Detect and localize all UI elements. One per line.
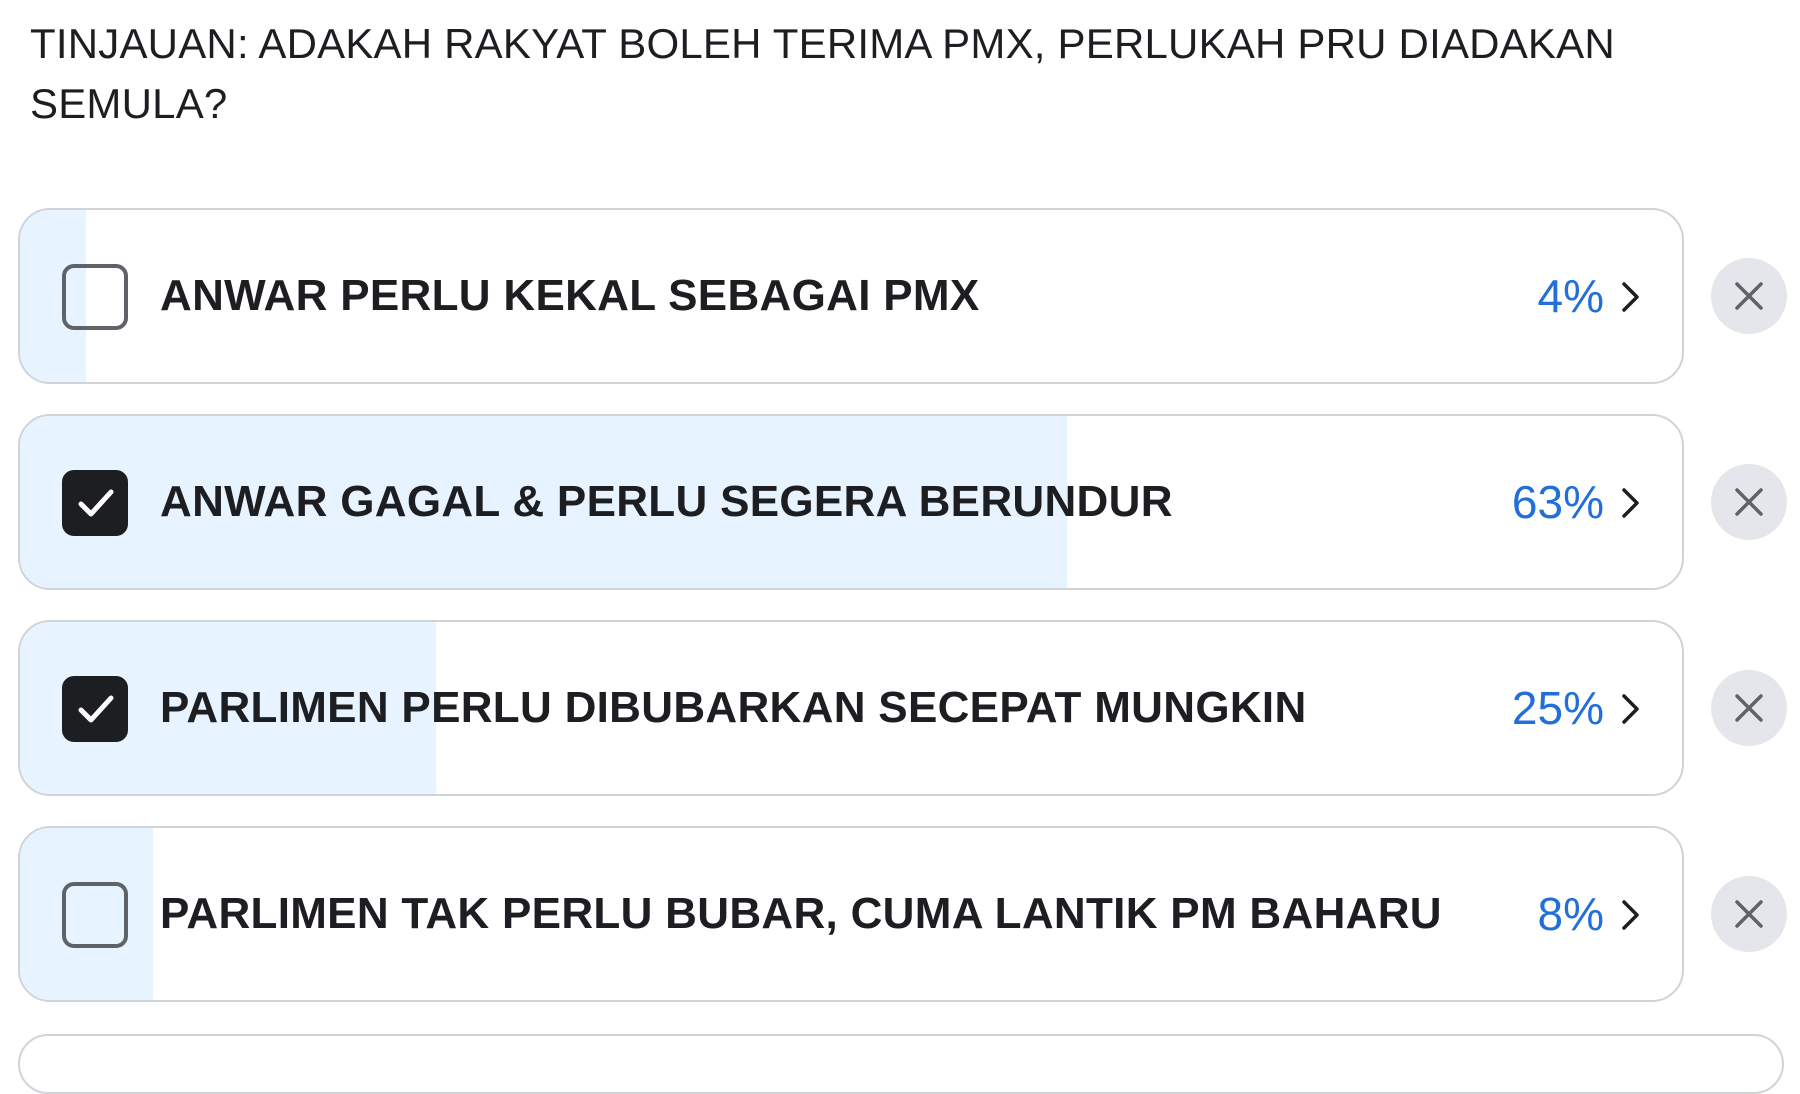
vote-percentage[interactable]: 25% (1512, 622, 1604, 794)
vote-percentage[interactable]: 4% (1538, 210, 1604, 382)
poll-option-partial[interactable] (18, 1034, 1784, 1094)
checkbox-icon[interactable] (62, 264, 128, 330)
poll-option-row: PARLIMEN TAK PERLU BUBAR, CUMA LANTIK PM… (18, 826, 1800, 1006)
poll-option[interactable]: ANWAR PERLU KEKAL SEBAGAI PMX 4% (18, 208, 1684, 384)
close-icon (1735, 282, 1763, 310)
chevron-right-icon[interactable] (1620, 898, 1642, 932)
checkbox-checked-icon[interactable] (62, 676, 128, 742)
poll-option-label: PARLIMEN TAK PERLU BUBAR, CUMA LANTIK PM… (160, 889, 1442, 938)
poll-option[interactable]: PARLIMEN TAK PERLU BUBAR, CUMA LANTIK PM… (18, 826, 1684, 1002)
checkmark-icon (78, 489, 114, 517)
poll-option-row: ANWAR GAGAL & PERLU SEGERA BERUNDUR 63% (18, 414, 1800, 594)
poll-option-label: ANWAR PERLU KEKAL SEBAGAI PMX (160, 271, 980, 320)
poll-option-row: PARLIMEN PERLU DIBUBARKAN SECEPAT MUNGKI… (18, 620, 1800, 800)
remove-option-button[interactable] (1711, 464, 1787, 540)
poll-option-label: ANWAR GAGAL & PERLU SEGERA BERUNDUR (160, 477, 1173, 526)
poll-question: TINJAUAN: ADAKAH RAKYAT BOLEH TERIMA PMX… (30, 20, 1615, 127)
close-icon (1735, 488, 1763, 516)
remove-option-button[interactable] (1711, 258, 1787, 334)
remove-option-button[interactable] (1711, 876, 1787, 952)
close-icon (1735, 900, 1763, 928)
poll-option[interactable]: PARLIMEN PERLU DIBUBARKAN SECEPAT MUNGKI… (18, 620, 1684, 796)
remove-option-button[interactable] (1711, 670, 1787, 746)
poll-option[interactable]: ANWAR GAGAL & PERLU SEGERA BERUNDUR 63% (18, 414, 1684, 590)
vote-percentage[interactable]: 8% (1538, 828, 1604, 1000)
vote-percentage[interactable]: 63% (1512, 416, 1604, 588)
chevron-right-icon[interactable] (1620, 486, 1642, 520)
checkbox-icon[interactable] (62, 882, 128, 948)
chevron-right-icon[interactable] (1620, 280, 1642, 314)
checkmark-icon (78, 695, 114, 723)
close-icon (1735, 694, 1763, 722)
poll-option-row: ANWAR PERLU KEKAL SEBAGAI PMX 4% (18, 208, 1800, 388)
poll-option-label: PARLIMEN PERLU DIBUBARKAN SECEPAT MUNGKI… (160, 683, 1307, 732)
chevron-right-icon[interactable] (1620, 692, 1642, 726)
checkbox-checked-icon[interactable] (62, 470, 128, 536)
